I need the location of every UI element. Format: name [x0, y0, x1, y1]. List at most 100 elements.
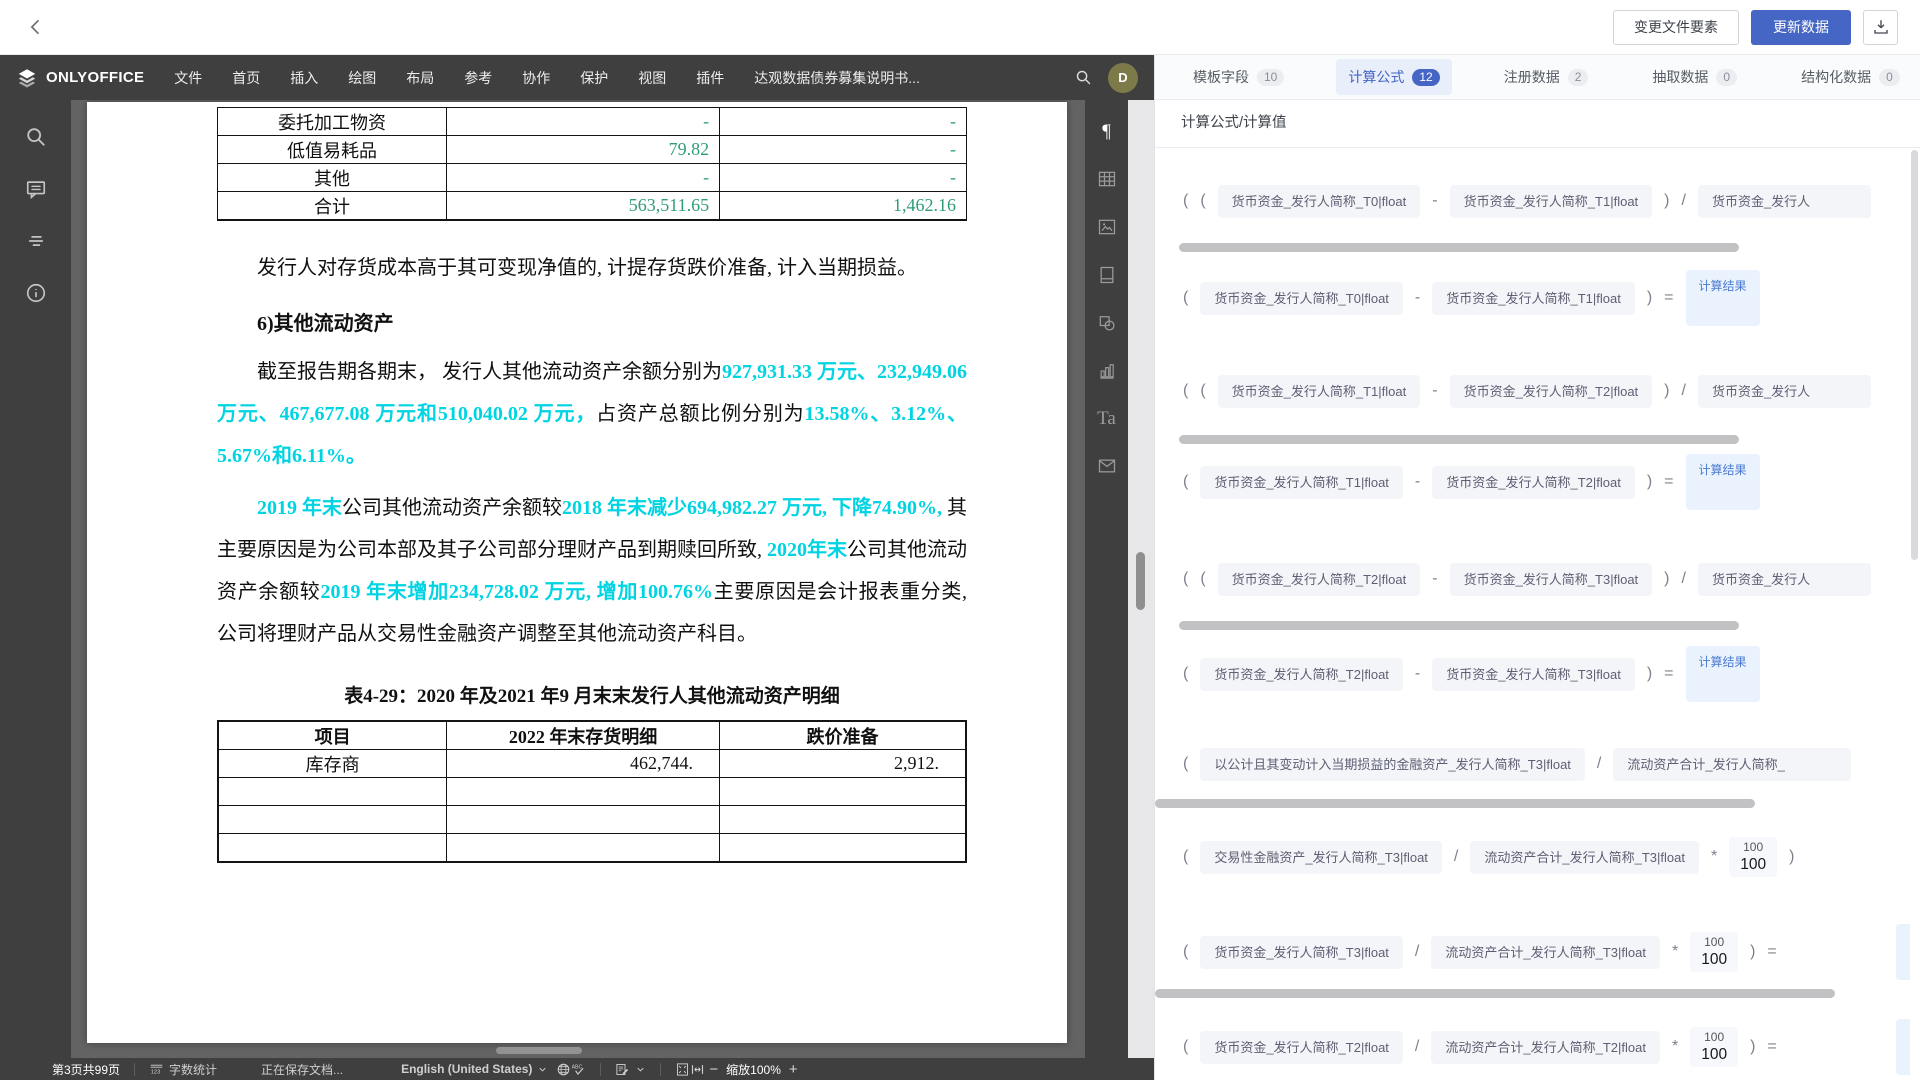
back-button[interactable]	[22, 12, 52, 42]
menu-item-11[interactable]: 达观数据债券募集说明书...	[754, 68, 920, 88]
table-settings-icon[interactable]	[1097, 169, 1117, 189]
field-tag[interactable]: 货币资金_发行人简称_T2|float	[1200, 658, 1403, 691]
row-horizontal-scrollbar[interactable]	[1179, 621, 1739, 630]
table-cell: 库存商	[218, 750, 447, 778]
operator: -	[1432, 382, 1437, 400]
change-doc-elements-button[interactable]: 变更文件要素	[1613, 10, 1739, 45]
field-tag[interactable]: 货币资金_发行人简称_T2|float	[1432, 466, 1635, 499]
chevron-down-icon	[635, 1064, 646, 1075]
field-tag[interactable]: 货币资金_发行人简称_T3|float	[1450, 563, 1653, 596]
field-tag[interactable]: 货币资金_发行人简称_T0|float	[1218, 185, 1421, 218]
document-canvas: 委托加工物资--低值易耗品79.82-其他--合计563,511.651,462…	[71, 100, 1085, 1058]
zoom-out-button[interactable]: −	[705, 1061, 722, 1078]
constant-fraction: 100100	[1690, 932, 1738, 971]
menu-item-4[interactable]: 绘图	[348, 68, 376, 88]
field-tag[interactable]: 货币资金_发行人简称_T1|float	[1200, 466, 1403, 499]
field-tag[interactable]: 货币资金_发行人简称_T1|float	[1218, 375, 1421, 408]
field-tag[interactable]: 货币资金_发行人简称_T2|float	[1218, 563, 1421, 596]
comments-icon[interactable]	[25, 178, 47, 200]
field-tag[interactable]: 货币资金_发行人简称_T3|float	[1432, 658, 1635, 691]
table-cell: -	[720, 164, 967, 192]
language-selector[interactable]: English (United States)	[401, 1062, 548, 1076]
zoom-in-button[interactable]: +	[785, 1061, 802, 1078]
field-tag[interactable]: 货币资金_发行人	[1698, 563, 1871, 596]
operator: /	[1682, 382, 1686, 400]
operator: =	[1664, 473, 1673, 491]
operator: =	[1664, 665, 1673, 683]
menu-item-8[interactable]: 保护	[580, 68, 608, 88]
tab-模板字段[interactable]: 模板字段10	[1181, 59, 1296, 95]
operator: /	[1682, 570, 1686, 588]
menu-item-10[interactable]: 插件	[696, 68, 724, 88]
field-tag[interactable]: 货币资金_发行人	[1698, 375, 1871, 408]
table-caption: 表4-29：2020 年及2021 年9 月末末发行人其他流动资产明细	[217, 681, 967, 708]
image-settings-icon[interactable]	[1097, 217, 1117, 237]
row-horizontal-scrollbar[interactable]	[1179, 435, 1739, 444]
set-language-button[interactable]	[556, 1062, 571, 1077]
shape-settings-icon[interactable]	[1097, 313, 1117, 333]
row-horizontal-scrollbar[interactable]	[1155, 799, 1755, 808]
table-row: 委托加工物资--	[218, 108, 967, 136]
tab-计算公式[interactable]: 计算公式12	[1336, 59, 1451, 95]
document-vertical-scrollbar[interactable]	[1136, 552, 1145, 610]
mail-merge-icon[interactable]	[1097, 456, 1117, 476]
tab-注册数据[interactable]: 注册数据2	[1492, 59, 1601, 95]
tab-抽取数据[interactable]: 抽取数据0	[1640, 59, 1749, 95]
row-horizontal-scrollbar[interactable]	[1179, 243, 1739, 252]
field-tag[interactable]: 流动资产合计_发行人简称_T3|float	[1431, 936, 1660, 969]
field-tag[interactable]: 货币资金_发行人简称_T2|float	[1450, 375, 1653, 408]
search-icon[interactable]	[25, 126, 47, 148]
document-horizontal-scrollbar[interactable]	[496, 1047, 582, 1054]
table-cell: 1,462.16	[720, 192, 967, 221]
about-icon[interactable]	[25, 282, 47, 304]
spellcheck-button[interactable]: ABC	[571, 1062, 586, 1077]
page-number-indicator[interactable]: 第3页共99页	[52, 1061, 120, 1078]
field-tag[interactable]: 货币资金_发行人简称_T2|float	[1200, 1031, 1403, 1064]
field-tag[interactable]: 流动资产合计_发行人简称_T2|float	[1431, 1031, 1660, 1064]
paragraph-settings-icon[interactable]: ¶	[1102, 122, 1111, 141]
field-tag[interactable]: 货币资金_发行人简称_T3|float	[1200, 936, 1403, 969]
field-tag[interactable]: 流动资产合计_发行人简称_T3|float	[1470, 841, 1699, 874]
operator: (	[1183, 848, 1188, 866]
menu-item-9[interactable]: 视图	[638, 68, 666, 88]
word-count-icon: 123	[149, 1062, 164, 1077]
row-horizontal-scrollbar[interactable]	[1155, 989, 1835, 998]
formula-row: ((货币资金_发行人简称_T0|float-货币资金_发行人简称_T1|floa…	[1183, 183, 1910, 219]
menu-item-7[interactable]: 协作	[522, 68, 550, 88]
document-page[interactable]: 委托加工物资--低值易耗品79.82-其他--合计563,511.651,462…	[87, 102, 1067, 1043]
operator: /	[1415, 943, 1419, 961]
tab-count-badge: 10	[1257, 69, 1284, 86]
field-tag[interactable]: 货币资金_发行人简称_T0|float	[1200, 282, 1403, 315]
field-tag[interactable]: 交易性金融资产_发行人简称_T3|float	[1200, 841, 1442, 874]
download-button[interactable]	[1863, 10, 1898, 45]
text-art-settings-icon[interactable]: Ta	[1097, 409, 1116, 428]
field-tag[interactable]: 货币资金_发行人简称_T1|float	[1432, 282, 1635, 315]
field-tag[interactable]: 流动资产合计_发行人简称_	[1613, 748, 1851, 781]
track-changes-button[interactable]	[615, 1062, 646, 1077]
field-tag[interactable]: 以公计且其变动计入当期损益的金融资产_发行人简称_T3|float	[1200, 748, 1585, 781]
table-cell: 462,744.	[447, 750, 720, 778]
tab-结构化数据[interactable]: 结构化数据0	[1789, 59, 1912, 95]
fit-width-button[interactable]	[690, 1062, 705, 1077]
menu-item-2[interactable]: 首页	[232, 68, 260, 88]
menu-item-6[interactable]: 参考	[464, 68, 492, 88]
operator: -	[1415, 289, 1420, 307]
panel-vertical-scrollbar[interactable]	[1911, 150, 1918, 560]
headings-navigation-icon[interactable]	[25, 230, 47, 252]
update-data-button[interactable]: 更新数据	[1751, 10, 1851, 45]
menu-search-icon[interactable]	[1075, 69, 1092, 86]
table-header-row: 项目2022 年末存货明细跌价准备	[218, 721, 966, 750]
menu-item-1[interactable]: 文件	[174, 68, 202, 88]
header-footer-settings-icon[interactable]	[1097, 265, 1117, 285]
operator: (	[1183, 473, 1188, 491]
field-tag[interactable]: 货币资金_发行人	[1698, 185, 1871, 218]
menu-item-3[interactable]: 插入	[290, 68, 318, 88]
word-count-button[interactable]: 123 字数统计	[149, 1061, 217, 1078]
chart-settings-icon[interactable]	[1097, 361, 1117, 381]
fit-page-button[interactable]	[675, 1062, 690, 1077]
menu-item-5[interactable]: 布局	[406, 68, 434, 88]
user-avatar[interactable]: D	[1108, 63, 1138, 93]
operator: /	[1415, 1038, 1419, 1056]
field-tag[interactable]: 货币资金_发行人简称_T1|float	[1450, 185, 1653, 218]
formula-plugin-panel: 模板字段10计算公式12注册数据2抽取数据0结构化数据0 计算公式/计算值 ((…	[1154, 55, 1920, 1080]
